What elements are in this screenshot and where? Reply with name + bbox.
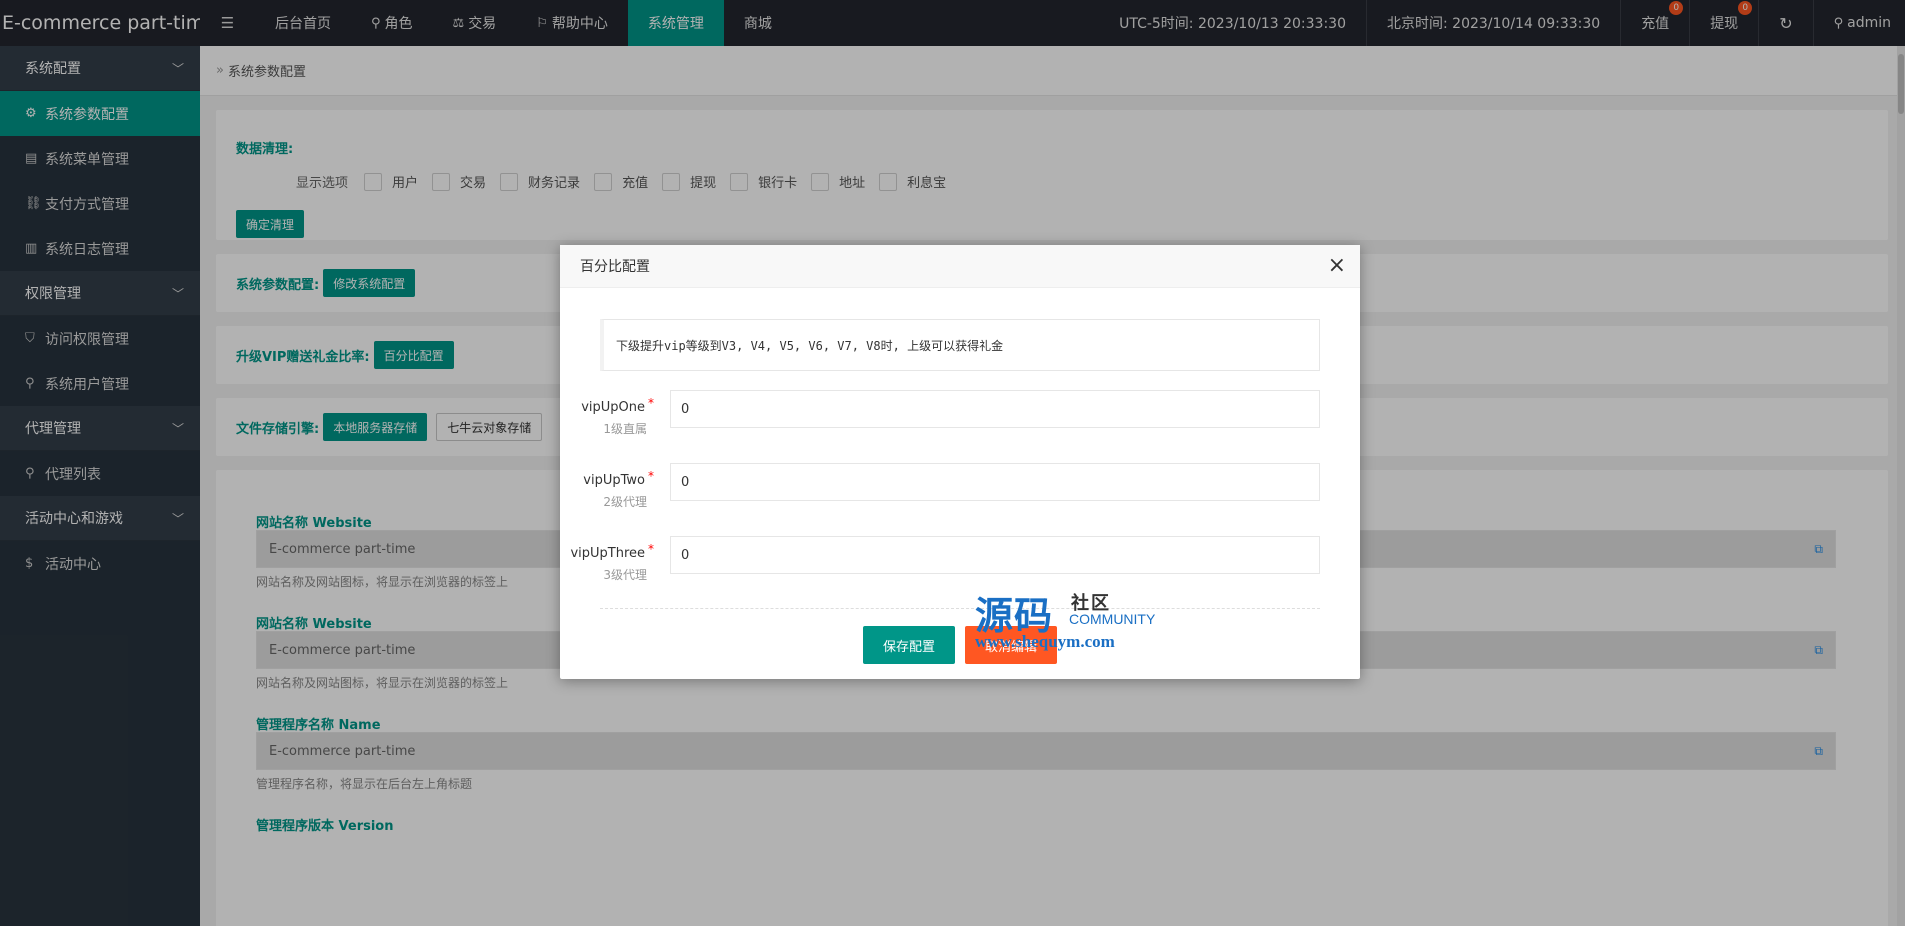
vip-up-one-label: vipUpOne * — [581, 396, 654, 415]
modal-header: 百分比配置 × — [560, 245, 1360, 288]
vip-up-three-sub: 3级代理 — [603, 568, 647, 582]
percent-config-modal: 百分比配置 × 下级提升vip等级到V3, V4, V5, V6, V7, V8… — [560, 245, 1360, 679]
vip-up-two-input[interactable]: 0 — [670, 463, 1320, 501]
vip-up-two-sub: 2级代理 — [603, 495, 647, 509]
form-row-vip-up-three: vipUpThree * 3级代理 0 — [560, 536, 1360, 582]
modal-title: 百分比配置 — [580, 259, 650, 275]
vip-up-three-label: vipUpThree * — [570, 542, 654, 561]
watermark-logo: 源码 社区 COMMUNITY www.shequym.com — [975, 585, 1175, 655]
vip-up-one-input[interactable]: 0 — [670, 390, 1320, 428]
close-icon[interactable]: × — [1328, 255, 1346, 277]
form-row-vip-up-two: vipUpTwo * 2级代理 0 — [560, 463, 1360, 509]
form-row-vip-up-one: vipUpOne * 1级直属 0 — [560, 390, 1360, 436]
watermark-url: www.shequym.com — [975, 632, 1115, 651]
modal-tip: 下级提升vip等级到V3, V4, V5, V6, V7, V8时, 上级可以获… — [600, 319, 1320, 371]
vip-up-one-sub: 1级直属 — [603, 422, 647, 436]
save-config-button[interactable]: 保存配置 — [863, 626, 955, 664]
modal-divider — [600, 608, 1320, 609]
vip-up-three-input[interactable]: 0 — [670, 536, 1320, 574]
vip-up-two-label: vipUpTwo * — [583, 469, 654, 488]
watermark-community: COMMUNITY — [1069, 611, 1156, 627]
